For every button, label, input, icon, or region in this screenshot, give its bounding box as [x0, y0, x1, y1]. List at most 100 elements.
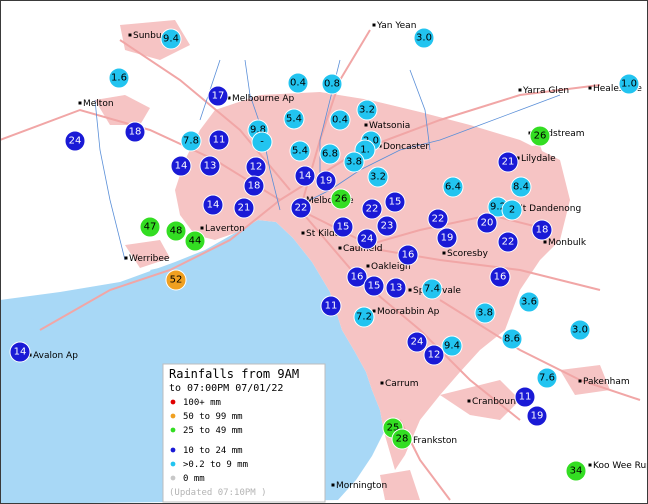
- rain-station-value: -: [260, 137, 264, 148]
- rain-station[interactable]: 12: [423, 344, 445, 366]
- rain-station[interactable]: 3.8: [343, 151, 365, 173]
- rain-station[interactable]: 26: [529, 125, 551, 147]
- rain-station[interactable]: 15: [363, 275, 385, 297]
- rain-station[interactable]: 3.8: [474, 302, 496, 324]
- rain-station[interactable]: 11: [514, 386, 536, 408]
- place-marker: [200, 226, 204, 230]
- rain-station[interactable]: 7.8: [180, 130, 202, 152]
- rain-station[interactable]: 48: [165, 220, 187, 242]
- rain-station[interactable]: 0.4: [287, 72, 309, 94]
- rain-station[interactable]: 8.4: [510, 176, 532, 198]
- place-label: Pakenham: [583, 377, 630, 387]
- rain-station[interactable]: 7.2: [353, 306, 375, 328]
- rain-station-value: 8.4: [513, 182, 529, 193]
- rain-station[interactable]: 22: [497, 231, 519, 253]
- rain-station-value: 12: [250, 162, 263, 173]
- rain-station[interactable]: 7.4: [421, 278, 443, 300]
- rain-station[interactable]: 22: [361, 198, 383, 220]
- rain-station[interactable]: 22: [290, 197, 312, 219]
- rain-station[interactable]: 17: [207, 85, 229, 107]
- rain-station[interactable]: 8.6: [501, 328, 523, 350]
- rain-station[interactable]: 0.8: [321, 73, 343, 95]
- rain-station-value: 14: [175, 161, 188, 172]
- rain-station[interactable]: 2: [501, 199, 523, 221]
- rain-station[interactable]: -: [251, 131, 273, 153]
- rain-station-value: 16: [351, 272, 364, 283]
- rain-station[interactable]: 19: [526, 405, 548, 427]
- rain-station[interactable]: 21: [233, 197, 255, 219]
- rain-station[interactable]: 14: [9, 341, 31, 363]
- rain-station-value: 19: [531, 411, 544, 422]
- rain-station-value: 14: [299, 171, 312, 182]
- rain-station-value: 24: [69, 136, 82, 147]
- rain-station[interactable]: 9.4: [160, 28, 182, 50]
- place-marker: [442, 251, 446, 255]
- rain-station[interactable]: 3.2: [367, 166, 389, 188]
- rain-station-value: 3.8: [346, 157, 362, 168]
- rain-station[interactable]: 22: [427, 208, 449, 230]
- rain-station[interactable]: 11: [208, 129, 230, 151]
- rain-station[interactable]: 47: [139, 216, 161, 238]
- rain-station-value: 3.0: [416, 33, 432, 44]
- rain-station[interactable]: 18: [531, 219, 553, 241]
- rain-station[interactable]: 14: [202, 194, 224, 216]
- rain-station[interactable]: 0.4: [329, 109, 351, 131]
- rain-station[interactable]: 3.0: [569, 319, 591, 341]
- rain-station[interactable]: 9.4: [441, 335, 463, 357]
- rain-station[interactable]: 28: [391, 428, 413, 450]
- rain-station[interactable]: 13: [199, 155, 221, 177]
- place-marker: [366, 264, 370, 268]
- legend-updated: (Updated 07:10PM ): [169, 488, 267, 498]
- rain-station[interactable]: 13: [385, 277, 407, 299]
- rain-station[interactable]: 24: [356, 228, 378, 250]
- place-marker: [78, 101, 82, 105]
- rain-station[interactable]: 5.4: [283, 108, 305, 130]
- rain-station[interactable]: 44: [184, 230, 206, 252]
- rain-station[interactable]: 26: [330, 188, 352, 210]
- rain-station[interactable]: 19: [315, 170, 337, 192]
- rain-station[interactable]: 6.4: [442, 176, 464, 198]
- rain-station[interactable]: 7.6: [536, 367, 558, 389]
- rain-station-value: 34: [570, 466, 583, 477]
- rain-station-value: 7.2: [356, 312, 372, 323]
- place-marker: [467, 399, 471, 403]
- place-marker: [588, 463, 592, 467]
- rain-station-value: 22: [432, 214, 445, 225]
- rain-station[interactable]: 23: [376, 215, 398, 237]
- legend-subtitle: to 07:00PM 07/01/22: [169, 383, 283, 394]
- rain-station[interactable]: 34: [565, 460, 587, 482]
- rain-station[interactable]: 21: [497, 151, 519, 173]
- rain-station[interactable]: 15: [332, 216, 354, 238]
- rain-station-value: 28: [396, 434, 409, 445]
- place-marker: [372, 23, 376, 27]
- rain-station[interactable]: 5.4: [289, 140, 311, 162]
- rain-station[interactable]: 18: [243, 175, 265, 197]
- rain-station[interactable]: 15: [384, 191, 406, 213]
- legend-swatch-zero: [170, 475, 176, 481]
- rain-station[interactable]: 52: [165, 269, 187, 291]
- rain-station[interactable]: 18: [124, 121, 146, 143]
- rain-station[interactable]: 3.2: [356, 99, 378, 121]
- rain-station[interactable]: 1.6: [108, 67, 130, 89]
- rain-station[interactable]: 16: [397, 244, 419, 266]
- rain-station[interactable]: 1.0: [618, 73, 640, 95]
- rain-station[interactable]: 3.0: [413, 27, 435, 49]
- rain-station[interactable]: 24: [406, 331, 428, 353]
- rain-station[interactable]: 14: [170, 155, 192, 177]
- rain-station[interactable]: 12: [245, 156, 267, 178]
- rain-station[interactable]: 16: [489, 266, 511, 288]
- rain-station[interactable]: 14: [294, 165, 316, 187]
- rain-station-value: 26: [534, 131, 547, 142]
- rain-station-value: 0.4: [332, 115, 348, 126]
- rain-station[interactable]: 11: [320, 295, 342, 317]
- rain-station-value: 12: [428, 350, 441, 361]
- rain-station-value: 24: [411, 337, 424, 348]
- rain-station[interactable]: 19: [436, 227, 458, 249]
- rain-station[interactable]: 6.8: [319, 143, 341, 165]
- rain-station[interactable]: 24: [64, 130, 86, 152]
- rain-station[interactable]: 3.6: [518, 291, 540, 313]
- place-label: Melton: [83, 99, 114, 109]
- legend-swatch-100plus: [170, 399, 176, 405]
- rain-station-value: 5.4: [292, 146, 308, 157]
- rain-station[interactable]: 20: [476, 212, 498, 234]
